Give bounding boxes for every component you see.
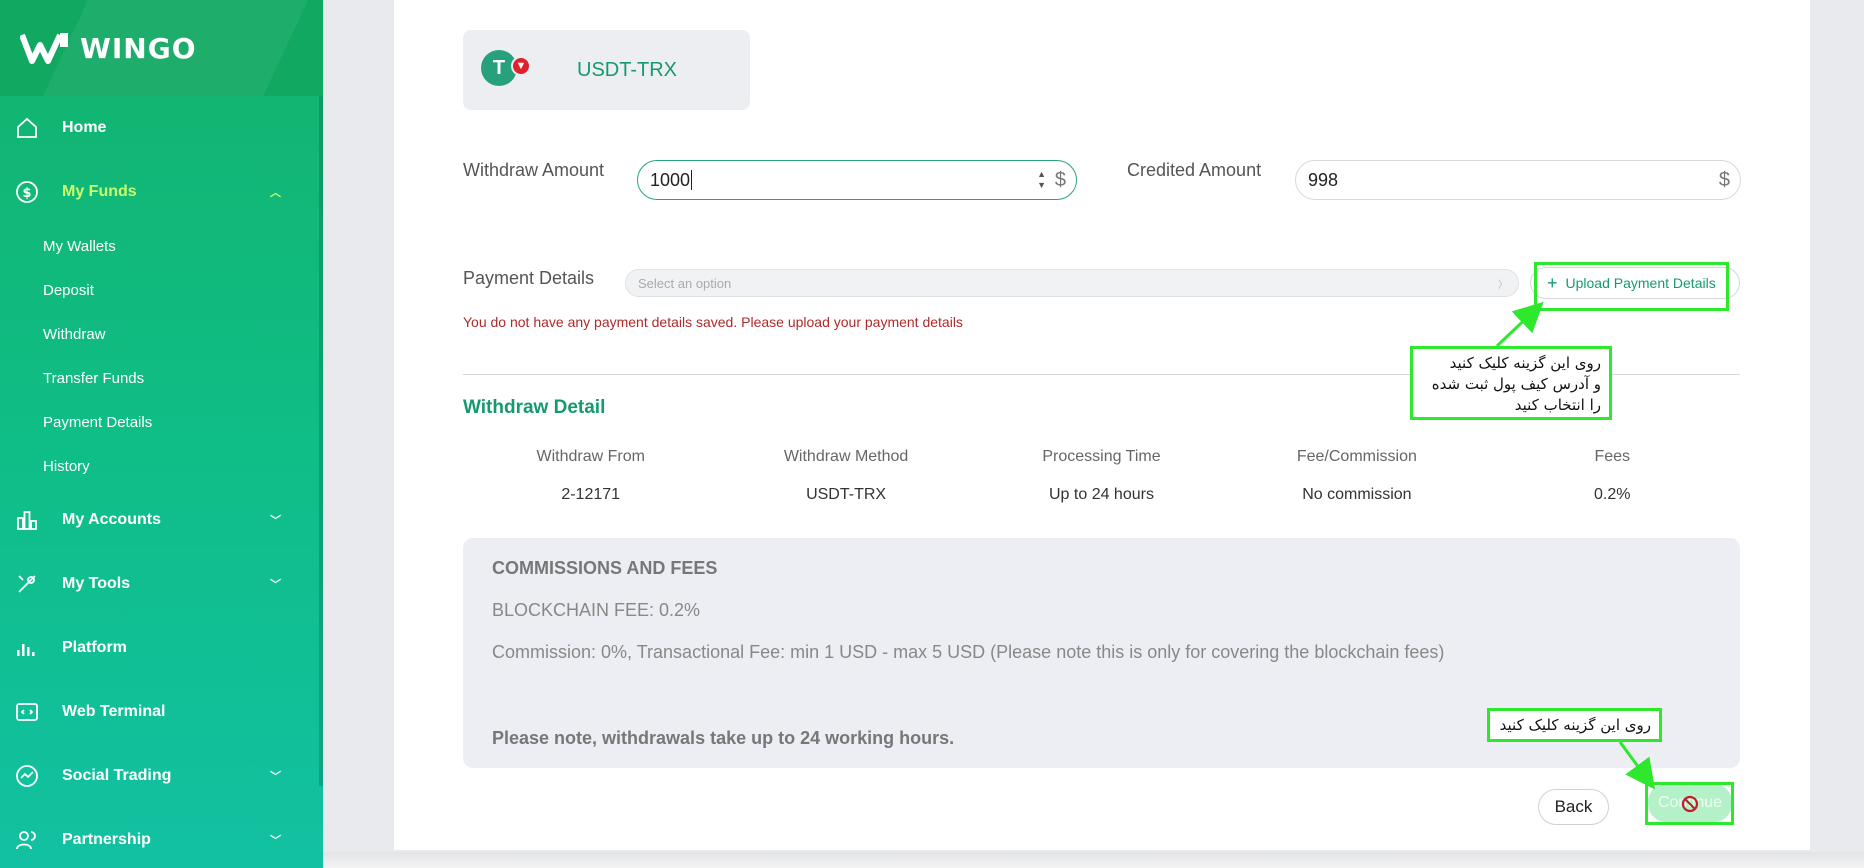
trend-circle-icon [14, 763, 40, 789]
withdraw-amount-label: Withdraw Amount [463, 160, 605, 180]
withdraw-detail-table: Withdraw From Withdraw Method Processing… [463, 438, 1740, 514]
nav-web-terminal[interactable]: Web Terminal [0, 680, 323, 744]
nav-partnership[interactable]: Partnership ﹀ [0, 808, 323, 868]
chevron-down-icon: ﹀ [270, 835, 281, 847]
nav-my-accounts-label: My Accounts [62, 511, 161, 528]
withdraw-amount-input[interactable]: 1000 ▲ ▼ $ [637, 160, 1077, 200]
nav-home[interactable]: Home [0, 96, 323, 160]
back-button[interactable]: Back [1538, 789, 1609, 825]
continue-instruction-callout: روی این گزینه کلیک کنید [1487, 708, 1662, 742]
tools-icon [14, 571, 40, 597]
dollar-circle-icon: $ [14, 179, 40, 205]
tether-tron-icon: T ▼ [481, 50, 531, 90]
upload-highlight-box [1534, 262, 1729, 311]
cell-withdraw-method: USDT-TRX [806, 486, 887, 503]
chevron-right-icon: 〉 [1498, 279, 1508, 291]
table-header-row: Withdraw From Withdraw Method Processing… [463, 438, 1740, 476]
chevron-down-icon: ﹀ [270, 515, 281, 527]
signal-bars-icon [14, 635, 40, 661]
credited-currency-symbol: $ [1718, 168, 1730, 191]
sub-payment-details[interactable]: Payment Details [0, 400, 323, 444]
chevron-up-icon: ︿ [270, 187, 281, 199]
brand-header[interactable]: WINGO [0, 0, 323, 96]
payment-details-label: Payment Details [463, 268, 595, 288]
brand-name: WINGO [80, 31, 197, 65]
payment-method-label: USDT-TRX [577, 58, 677, 81]
sidebar-scrollbar[interactable] [319, 96, 323, 786]
header-fees: Fees [1594, 448, 1631, 465]
header-fee-commission: Fee/Commission [1296, 448, 1417, 465]
nav-my-tools-label: My Tools [62, 575, 131, 592]
cell-fees: 0.2% [1594, 486, 1631, 503]
nav-home-label: Home [62, 119, 107, 136]
number-stepper-icon[interactable]: ▲ ▼ [1037, 169, 1046, 191]
sidebar: WINGO Home $ My Funds ︿ My Wallets Depos… [0, 0, 323, 868]
chevron-down-icon: ﹀ [270, 771, 281, 783]
payment-details-error: You do not have any payment details save… [463, 314, 963, 330]
nav-platform[interactable]: Platform [0, 616, 323, 680]
upload-instruction-callout: روی این گزینه کلیک کنید و آدرس کیف پول ث… [1410, 346, 1612, 420]
svg-text:$: $ [22, 186, 31, 201]
nav-my-tools[interactable]: My Tools ﹀ [0, 552, 323, 616]
credited-amount-value: 998 [1308, 169, 1339, 190]
credited-amount-label: Credited Amount [1127, 160, 1262, 180]
nav-partnership-label: Partnership [62, 831, 151, 848]
upload-callout-line-1: روی این گزینه کلیک کنید [1449, 354, 1601, 372]
withdraw-detail-title: Withdraw Detail [463, 397, 606, 418]
sub-withdraw[interactable]: Withdraw [0, 312, 323, 356]
continue-highlight-box [1645, 782, 1734, 825]
wingo-logo-icon [20, 33, 68, 64]
nav-social-trading-label: Social Trading [62, 767, 172, 784]
payment-method-card[interactable]: T ▼ USDT-TRX [463, 30, 750, 110]
terminal-icon [14, 699, 40, 725]
sub-history[interactable]: History [0, 444, 323, 488]
page-bottom-edge [323, 852, 1864, 868]
cell-fee-commission: No commission [1302, 486, 1412, 503]
cell-withdraw-from: 2-12171 [561, 486, 621, 503]
sub-my-wallets[interactable]: My Wallets [0, 224, 323, 268]
nav-web-terminal-label: Web Terminal [62, 703, 166, 720]
nav-my-funds[interactable]: $ My Funds ︿ [0, 160, 323, 224]
payment-details-placeholder: Select an option [638, 275, 732, 291]
payment-details-select[interactable]: Select an option 〉 [625, 269, 1519, 297]
chevron-down-icon: ﹀ [270, 579, 281, 591]
withdraw-currency-symbol: $ [1054, 168, 1066, 191]
sub-deposit[interactable]: Deposit [0, 268, 323, 312]
blockchain-fee-text: BLOCKCHAIN FEE: 0.2% [492, 600, 701, 620]
table-row: 2-12171 USDT-TRX Up to 24 hours No commi… [463, 476, 1740, 514]
users-icon [14, 827, 40, 853]
withdraw-amount-value: 1000 [650, 169, 691, 190]
withdrawal-note: Please note, withdrawals take up to 24 w… [492, 728, 955, 748]
continue-callout-text: روی این گزینه کلیک کنید [1499, 716, 1651, 734]
commission-text: Commission: 0%, Transactional Fee: min 1… [492, 642, 1445, 662]
nav-social-trading[interactable]: Social Trading ﹀ [0, 744, 323, 808]
fees-title: COMMISSIONS AND FEES [492, 558, 718, 578]
credited-amount-input[interactable]: 998 $ [1295, 160, 1741, 200]
header-processing-time: Processing Time [1042, 448, 1161, 465]
nav-my-funds-label: My Funds [62, 183, 137, 200]
nav-platform-label: Platform [62, 639, 127, 656]
bar-chart-icon [14, 507, 40, 533]
upload-callout-line-3: را انتخاب کنید [1514, 396, 1601, 414]
nav-my-accounts[interactable]: My Accounts ﹀ [0, 488, 323, 552]
upload-callout-line-2: و آدرس کیف پول ثبت شده [1431, 375, 1601, 393]
header-withdraw-method: Withdraw Method [783, 448, 909, 465]
header-withdraw-from: Withdraw From [536, 448, 645, 465]
sub-transfer-funds[interactable]: Transfer Funds [0, 356, 323, 400]
cell-processing-time: Up to 24 hours [1049, 486, 1154, 503]
home-icon [14, 115, 40, 141]
